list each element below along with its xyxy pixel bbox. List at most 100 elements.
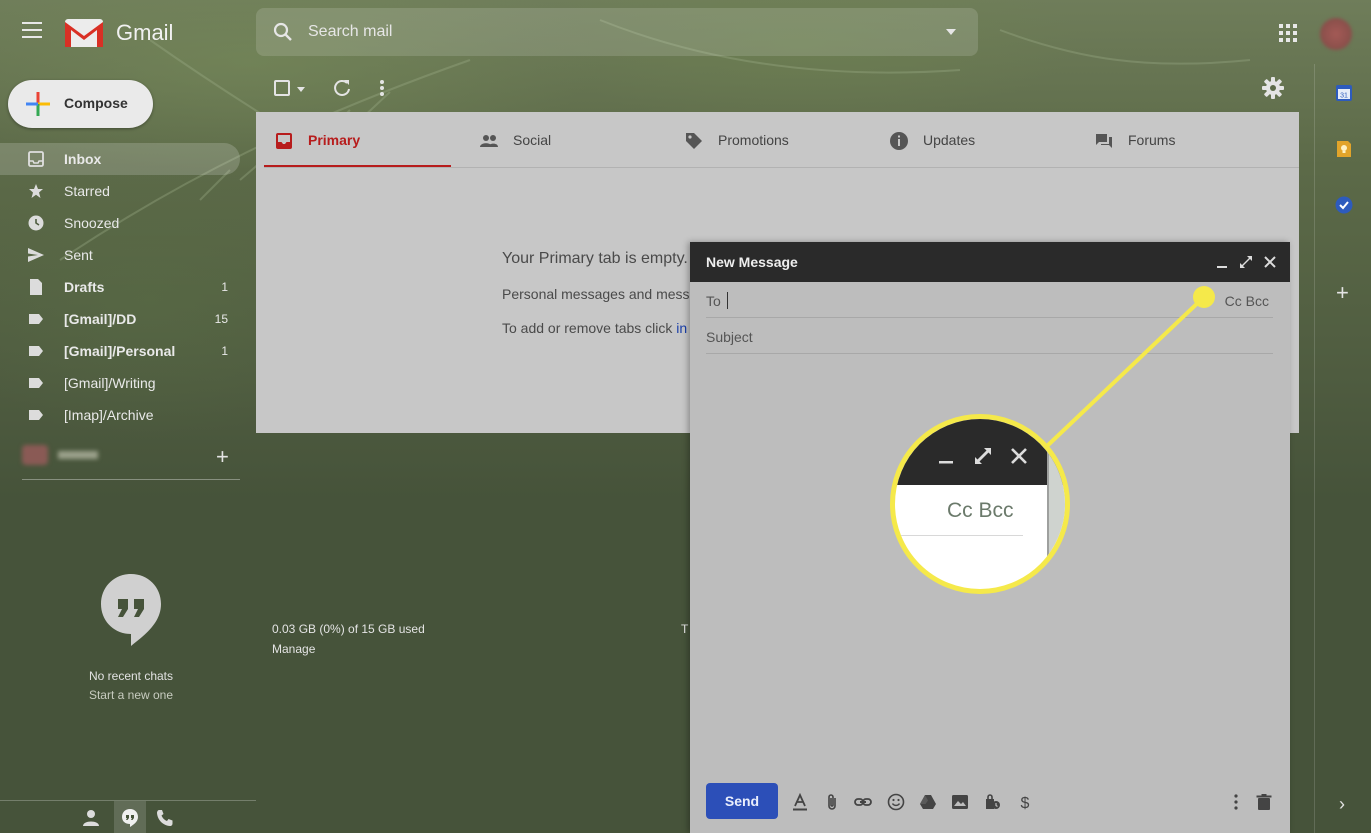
people-icon: [480, 135, 498, 147]
settings-gear-icon[interactable]: [1262, 77, 1284, 99]
clock-icon: [28, 215, 44, 231]
sidebar-item-label: Inbox: [64, 151, 102, 167]
sidebar-item-label: Drafts: [64, 279, 105, 295]
label-icon: [29, 314, 43, 324]
subject-field[interactable]: Subject: [706, 318, 1273, 354]
svg-text:$: $: [1021, 795, 1030, 811]
close-icon[interactable]: [1263, 255, 1277, 269]
info-icon: [890, 132, 908, 150]
sidebar-item-label: [Gmail]/Personal: [64, 343, 176, 359]
discard-draft-trash-icon[interactable]: [1255, 793, 1273, 811]
inbox-tab-icon: [276, 133, 292, 149]
google-apps-icon[interactable]: [1279, 24, 1297, 42]
formatting-options-icon[interactable]: [791, 793, 809, 811]
subject-placeholder: Subject: [706, 329, 753, 345]
sidebar-item-label: [Gmail]/DD: [64, 311, 137, 327]
hangouts-chat-icon[interactable]: [121, 809, 139, 827]
phone-icon[interactable]: [156, 809, 174, 827]
select-options-caret-icon[interactable]: [297, 87, 305, 92]
app-name[interactable]: Gmail: [116, 20, 173, 46]
label-icon: [29, 378, 43, 388]
empty-state-tabs-hint: To add or remove tabs click in: [502, 320, 687, 336]
top-header: Gmail Search mail: [0, 0, 1371, 64]
compose-title: New Message: [706, 254, 798, 270]
sidebar-item-gmail-dd[interactable]: [Gmail]/DD 15: [0, 303, 240, 335]
text-cursor: [727, 292, 728, 309]
more-options-icon[interactable]: [1227, 793, 1245, 811]
search-icon[interactable]: [272, 21, 294, 43]
sidebar-item-starred[interactable]: Starred: [0, 175, 240, 207]
chevron-right-icon[interactable]: ›: [1339, 794, 1345, 815]
manage-storage-link[interactable]: Manage: [272, 642, 315, 656]
confidential-mode-icon[interactable]: [983, 793, 1001, 811]
sidebar-item-drafts[interactable]: Drafts 1: [0, 271, 240, 303]
sidebar-item-snoozed[interactable]: Snoozed: [0, 207, 240, 239]
sidebar-item-inbox[interactable]: Inbox: [0, 143, 240, 175]
start-new-chat-link[interactable]: Start a new one: [0, 688, 262, 702]
send-icon: [28, 248, 44, 262]
side-panel: 31 + ›: [1314, 64, 1371, 833]
magnified-divider: [895, 535, 1023, 536]
tab-label: Social: [513, 132, 552, 148]
insert-photo-icon[interactable]: [951, 793, 969, 811]
empty-state-title: Your Primary tab is empty.: [502, 250, 688, 267]
insert-emoji-icon[interactable]: [887, 793, 905, 811]
magnified-cc-bcc-text: Cc Bcc: [947, 499, 1014, 522]
new-chat-plus-icon[interactable]: +: [216, 444, 229, 470]
insert-link-icon[interactable]: [854, 793, 872, 811]
sidebar-item-sent[interactable]: Sent: [0, 239, 240, 271]
send-money-icon[interactable]: $: [1016, 793, 1034, 811]
attach-file-icon[interactable]: [823, 793, 841, 811]
tab-updates[interactable]: Updates: [871, 112, 1066, 168]
sidebar-item-gmail-personal[interactable]: [Gmail]/Personal 1: [0, 335, 240, 367]
tab-social[interactable]: Social: [461, 112, 656, 168]
sidebar-item-label: Starred: [64, 183, 110, 199]
compose-plus-icon: [26, 92, 50, 116]
select-all-checkbox[interactable]: [274, 80, 290, 96]
tab-label: Promotions: [718, 132, 789, 148]
send-button[interactable]: Send: [706, 783, 778, 819]
footer-text-partial: T: [681, 622, 689, 636]
sidebar-item-imap-archive[interactable]: [Imap]/Archive: [0, 399, 240, 431]
hint-text: To add or remove tabs click: [502, 320, 677, 336]
refresh-icon[interactable]: [332, 78, 352, 98]
more-options-icon[interactable]: [378, 78, 386, 98]
to-field[interactable]: To Cc Bcc: [706, 282, 1273, 318]
hangouts-user-blurred[interactable]: [22, 445, 102, 465]
compose-button[interactable]: Compose: [8, 80, 153, 128]
sidebar-item-gmail-writing[interactable]: [Gmail]/Writing: [0, 367, 240, 399]
label-icon: [29, 410, 43, 420]
tab-promotions[interactable]: Promotions: [666, 112, 861, 168]
person-icon[interactable]: [82, 809, 100, 827]
cc-bcc-link[interactable]: Cc Bcc: [1225, 293, 1269, 309]
no-recent-chats-text: No recent chats: [88, 669, 174, 683]
svg-text:31: 31: [1340, 93, 1348, 100]
left-sidebar: Compose Inbox Starred Snoozed Sent Draft…: [0, 64, 256, 833]
compose-header[interactable]: New Message: [690, 242, 1290, 282]
get-addons-plus-icon[interactable]: +: [1336, 280, 1349, 306]
account-avatar[interactable]: [1320, 18, 1352, 50]
gmail-logo-icon[interactable]: [64, 18, 104, 48]
search-options-dropdown-icon[interactable]: [946, 29, 956, 35]
search-bar[interactable]: Search mail: [256, 8, 978, 56]
minimize-icon[interactable]: [1215, 255, 1229, 269]
star-icon: [29, 184, 43, 198]
tab-primary[interactable]: Primary: [256, 112, 451, 168]
tab-forums[interactable]: Forums: [1076, 112, 1271, 168]
inbox-settings-link[interactable]: in: [676, 320, 687, 336]
tasks-icon[interactable]: [1335, 196, 1353, 214]
keep-icon[interactable]: [1335, 140, 1353, 158]
calendar-icon[interactable]: 31: [1335, 84, 1353, 102]
search-input[interactable]: Search mail: [308, 23, 392, 41]
expand-icon[interactable]: [1239, 255, 1253, 269]
main-menu-icon[interactable]: [22, 22, 48, 42]
tab-label: Updates: [923, 132, 976, 148]
divider: [22, 479, 240, 480]
google-drive-icon[interactable]: [919, 793, 937, 811]
divider: [264, 167, 1299, 168]
tag-icon: [686, 133, 702, 149]
blurred-username: [58, 451, 98, 459]
label-icon: [29, 346, 43, 356]
sidebar-item-label: Snoozed: [64, 215, 120, 231]
sidebar-item-label: [Gmail]/Writing: [64, 375, 156, 391]
